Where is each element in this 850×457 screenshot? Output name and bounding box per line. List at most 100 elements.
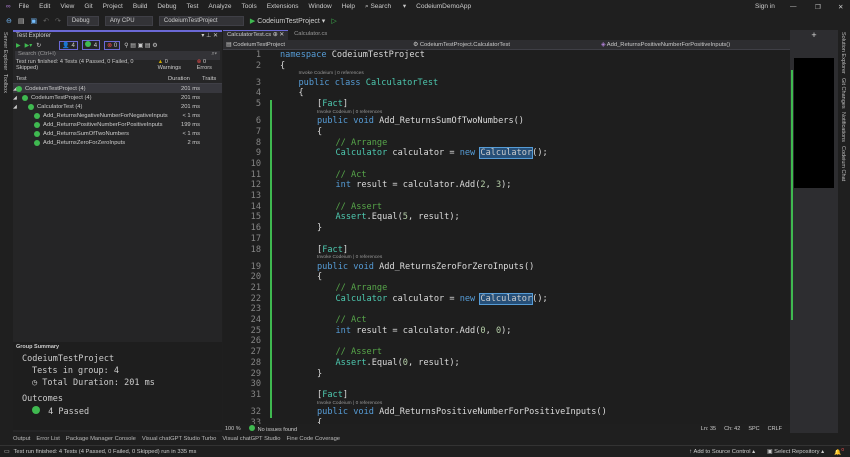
menu-project[interactable]: Project: [103, 3, 123, 10]
zoom-level[interactable]: 100 %: [225, 426, 241, 432]
whitespace-indicator[interactable]: SPC: [748, 426, 759, 432]
class-dropdown[interactable]: ⚙ CodeiumTestProject.CalculatorTest: [413, 42, 601, 48]
restore-button[interactable]: ❐: [815, 3, 821, 11]
minimap[interactable]: [794, 58, 834, 188]
notifications-button[interactable]: 🔔0: [834, 448, 844, 456]
playlist-icon[interactable]: ⚲ ▤ ▣ ▤ ⚙: [124, 42, 157, 49]
line-text: public void Add_ReturnsPositiveNumberFor…: [317, 407, 607, 418]
line-text: Assert.Equal(0, result);: [336, 358, 460, 369]
test-tree-item[interactable]: Add_ReturnsNegativeNumberForNegativeInpu…: [13, 111, 222, 120]
line-number: 31: [250, 389, 261, 400]
line-number: 13: [250, 191, 261, 201]
test-tree-item[interactable]: ◢ CodeiumTestProject (4) 201 ms: [13, 84, 222, 93]
redo-icon[interactable]: ↷: [55, 17, 61, 25]
issues-status[interactable]: No issues found: [248, 424, 297, 433]
line-number: 7: [255, 126, 261, 137]
add-to-source-control-button[interactable]: ↑ Add to Source Control ▴: [689, 449, 755, 455]
run-button[interactable]: ▶ CodeiumTestProject ▾: [250, 17, 325, 25]
startup-project-dropdown[interactable]: CodeiumTestProject: [158, 15, 244, 26]
select-repository-button[interactable]: ▣ Select Repository ▴: [767, 449, 824, 455]
code-token: // Arrange: [335, 137, 388, 148]
undo-icon[interactable]: ↶: [43, 17, 49, 25]
line-ending-indicator[interactable]: CRLF: [768, 426, 782, 432]
test-tree-item[interactable]: Add_ReturnsPositiveNumberForPositiveInpu…: [13, 120, 222, 129]
project-dropdown[interactable]: ▤ CodeiumTestProject: [223, 42, 413, 48]
repo-label: Select Repository: [774, 448, 820, 455]
tab-calculatortest[interactable]: CalculatorTest.cs ⊕ ✕: [223, 30, 289, 40]
codelens[interactable]: Invoke Codeium | 0 references: [317, 401, 382, 407]
passed-tests-badge[interactable]: 4: [81, 40, 101, 50]
codelens[interactable]: Invoke Codeium | 0 references: [317, 255, 382, 261]
toolbox-tab[interactable]: Toolbox: [2, 74, 8, 93]
refresh-icon[interactable]: ↻: [36, 42, 41, 49]
code-line: 32 public void Add_ReturnsPositiveNumberF…: [223, 407, 790, 418]
menu-extensions[interactable]: Extensions: [267, 3, 299, 10]
line-indicator[interactable]: Ln: 35: [701, 426, 716, 432]
menu-git[interactable]: Git: [84, 3, 92, 10]
menu-window[interactable]: Window: [309, 3, 332, 10]
minimize-button[interactable]: —: [790, 3, 797, 10]
sign-in-link[interactable]: Sign in: [755, 3, 775, 10]
change-margin: [270, 100, 272, 418]
menu-analyze[interactable]: Analyze: [208, 3, 231, 10]
test-duration: 2 ms: [187, 139, 200, 146]
tab-calculator[interactable]: Calculator.cs: [288, 30, 333, 40]
menu-build[interactable]: Build: [133, 3, 147, 10]
passed-icon: [34, 130, 40, 137]
menu-view[interactable]: View: [60, 3, 74, 10]
codeium-chat-tab[interactable]: Codeium Chat: [840, 146, 846, 181]
test-tree-item[interactable]: Add_ReturnsSumOfTwoNumbers < 1 ms: [13, 129, 222, 138]
passed-icon: [28, 103, 34, 110]
search-button[interactable]: ⌕ Search ▾: [365, 2, 406, 11]
split-button[interactable]: +: [790, 30, 838, 40]
minimap-scrollbar[interactable]: +: [790, 30, 838, 433]
source-control-label: Add to Source Control: [693, 448, 751, 455]
tab-error-list[interactable]: Error List: [36, 436, 60, 442]
menu-test[interactable]: Test: [186, 3, 198, 10]
code-token: {: [317, 272, 323, 283]
tab-fine-code-coverage[interactable]: Fine Code Coverage: [287, 436, 341, 442]
tab-visual-chatgpt[interactable]: Visual chatGPT Studio: [222, 436, 280, 442]
config-dropdown[interactable]: Debug: [66, 15, 99, 26]
errors-status[interactable]: ⊗ 0 Errors: [197, 59, 222, 71]
col-indicator[interactable]: Ch: 42: [724, 426, 740, 432]
tab-output[interactable]: Output: [13, 436, 30, 442]
warnings-status[interactable]: ▲ 0 Warnings: [158, 59, 192, 71]
run-icon[interactable]: ▶▾: [25, 42, 33, 49]
codelens[interactable]: Invoke Codeium | 0 references: [317, 110, 382, 116]
close-button[interactable]: ✕: [838, 3, 843, 11]
codelens[interactable]: Invoke Codeium | 0 references: [299, 71, 364, 77]
test-tree-item[interactable]: Add_ReturnsZeroForZeroInputs 2 ms: [13, 138, 222, 147]
line-number: 12: [250, 180, 261, 191]
column-test[interactable]: Test: [13, 76, 27, 82]
menu-help[interactable]: Help: [342, 3, 355, 10]
tab-visual-chatgpt-turbo[interactable]: Visual chatGPT Studio Turbo: [142, 436, 217, 442]
save-icon[interactable]: ▣: [31, 17, 38, 25]
menu-debug[interactable]: Debug: [157, 3, 176, 10]
column-traits[interactable]: Traits: [202, 76, 216, 82]
notifications-tab[interactable]: Notifications: [840, 112, 846, 142]
column-duration[interactable]: Duration: [168, 76, 190, 82]
test-tree-item[interactable]: ◢ CalculatorTest (4) 201 ms: [13, 102, 222, 111]
code-token: calculator =: [392, 293, 460, 304]
member-dropdown[interactable]: ◈ Add_ReturnsPositiveNumberForPositiveIn…: [601, 42, 790, 48]
new-item-icon[interactable]: ▤: [18, 17, 25, 25]
nav-back-icon[interactable]: ⊖: [6, 17, 12, 25]
git-changes-tab[interactable]: Git Changes: [840, 78, 846, 109]
platform-dropdown[interactable]: Any CPU: [104, 15, 153, 26]
total-tests-badge[interactable]: 👤 4: [59, 40, 78, 50]
solution-explorer-tab[interactable]: Solution Explorer: [840, 32, 846, 74]
server-explorer-tab[interactable]: Server Explorer: [2, 32, 8, 70]
tab-package-manager-console[interactable]: Package Manager Console: [66, 436, 136, 442]
menu-file[interactable]: File: [19, 3, 29, 10]
test-tree-item[interactable]: ◢ CodeiumTestProject (4) 201 ms: [13, 93, 222, 102]
code-line: 13: [223, 191, 790, 202]
failed-tests-badge[interactable]: ⊗ 0: [104, 40, 121, 50]
menu-tools[interactable]: Tools: [242, 3, 257, 10]
run-all-icon[interactable]: ▶: [16, 42, 21, 49]
panel-controls[interactable]: ▾ ⊥ ✕: [201, 32, 218, 39]
code-line: 28 Assert.Equal(0, result);: [223, 358, 790, 369]
editor-status: 100 % No issues found Ln: 35 Ch: 42 SPC …: [223, 424, 790, 433]
menu-edit[interactable]: Edit: [39, 3, 50, 10]
run-without-debug-icon[interactable]: ▷: [331, 17, 336, 25]
